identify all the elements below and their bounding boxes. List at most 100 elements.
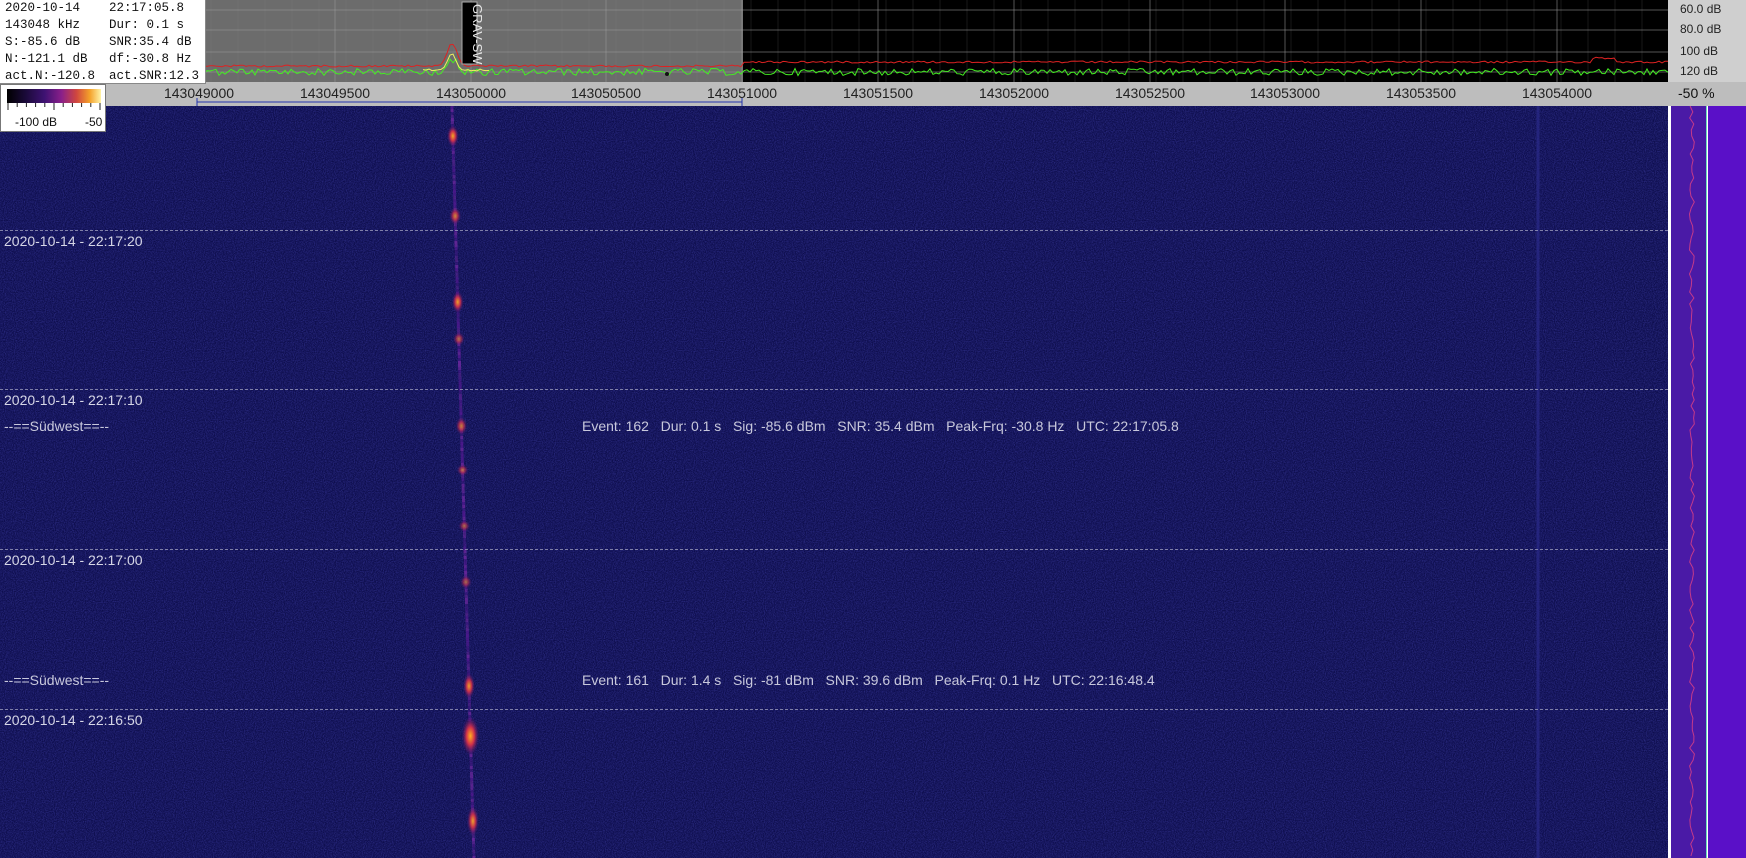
time-row-divider [0,389,1668,390]
signal-trace-segment [454,235,458,238]
spectrum-display[interactable]: GRAV-SW [0,0,1668,82]
signal-trace-segment [453,193,456,196]
signal-trace-segment [462,511,466,514]
signal-trace-segment [463,538,467,541]
signal-trace-segment [455,271,459,274]
info-row: S:-85.6 dB SNR:35.4 dB [5,34,205,51]
signal-trace-segment [464,568,467,571]
color-scale-legend[interactable]: -100 dB -50 [0,84,106,132]
signal-trace-segment [455,265,459,268]
percent-label: -50 % [1678,85,1715,101]
signal-trace-segment [470,781,474,784]
signal-trace-segment [466,649,470,652]
color-scale-ticks [7,103,101,110]
signal-trace-segment [456,319,460,322]
signal-trace-segment [452,187,456,190]
signal-trace-segment [459,409,463,412]
signal-trace-segment [470,796,474,799]
signal-trace-segment [452,172,456,175]
signal-trace-segment [469,760,473,763]
signal-trace-segment [470,799,474,802]
spectrum-lab-window: GRAV-SW 60.0 dB 80.0 dB 100 dB 120 dB 20… [0,0,1746,858]
signal-trace-segment [451,154,455,157]
info-row: 143048 kHz Dur: 0.1 s [5,17,205,34]
signal-trace-segment [464,592,468,595]
signal-trace-segment [456,313,460,316]
signal-trace-segment [460,445,464,448]
signal-trace-segment [463,544,467,547]
signal-trace-segment [452,175,456,178]
signal-trace-segment [453,190,456,193]
waterfall-display[interactable]: 2020-10-14 - 22:17:20 2020-10-14 - 22:17… [0,106,1668,858]
color-scale-max: -50 [85,115,103,129]
time-row-divider [0,709,1668,710]
signal-trace-segment [454,226,457,229]
unselected-band-background [743,0,1668,82]
signal-trace-segment [466,664,470,667]
signal-trace-segment [456,325,460,328]
signal-trace-segment [454,256,458,259]
signal-burst [446,125,459,147]
signal-trace-segment [460,454,464,457]
signal-trace-segment [465,622,469,625]
signal-trace-segment [460,460,464,463]
signal-trace-segment [453,199,457,202]
signal-trace-segment [455,268,459,271]
signal-trace-segment [465,604,469,607]
signal-trace-segment [460,451,464,454]
signal-burst [449,207,462,225]
signal-trace-segment [461,493,465,496]
signal-trace-segment [458,385,462,388]
signal-trace-segment [452,160,456,163]
signal-trace-segment [461,484,465,487]
info-duration: Dur: 0.1 s [109,18,185,32]
event-annotation: Event: 161 Dur: 1.4 s Sig: -81 dBm SNR: … [582,672,1155,688]
signal-trace-segment [460,439,464,442]
signal-trace-segment [471,838,475,841]
signal-trace-segment [465,619,469,622]
signal-trace-segment [466,661,470,664]
signal-trace-segment [463,565,467,568]
signal-trace-segment [455,286,459,289]
signal-trace-segment [470,772,473,775]
color-scale-min: -100 dB [15,115,58,129]
signal-trace-segment [461,496,465,499]
signal-trace-segment [454,247,458,250]
signal-trace-segment [462,505,466,508]
signal-trace-segment [457,328,460,331]
signal-trace-segment [466,652,470,655]
frequency-axis[interactable]: Hz 143049000 143049500 143050000 1430505… [0,82,1668,106]
signal-trace-segment [454,241,458,244]
signal-trace-segment [460,457,464,460]
timestamp-label: 2020-10-14 - 22:16:50 [4,712,143,728]
signal-trace-segment [466,658,470,661]
db-label: 80.0 dB [1680,22,1722,36]
signal-trace-segment [468,703,471,706]
signal-trace-segment [450,121,454,124]
signal-trace-segment [470,802,474,805]
signal-trace-segment [470,793,474,796]
signal-trace-segment [466,655,470,658]
signal-trace-segment [463,559,467,562]
signal-trace-segment [459,406,463,409]
signal-trace-segment [469,769,473,772]
signal-trace-segment [461,478,465,481]
level-history-plot [1688,106,1695,857]
info-snr: SNR:35.4 dB [109,35,192,49]
signal-trace-segment [459,403,463,406]
timestamp-label: 2020-10-14 - 22:17:10 [4,392,143,408]
info-actual-snr: act.SNR:12.3 [109,69,200,83]
info-row: act.N:-120.8 act.SNR:12.3 [5,68,205,85]
signal-trace-segment [452,181,456,184]
timestamp-label: 2020-10-14 - 22:17:00 [4,552,143,568]
signal-trace-segment [464,595,468,598]
signal-trace-segment [462,502,466,505]
signal-trace-segment [458,379,462,382]
db-label: 120 dB [1680,64,1719,78]
signal-trace-segment [463,556,467,559]
signal-trace-segment [459,412,463,415]
signal-trace-segment [461,490,465,493]
signal-trace-segment [469,766,473,769]
signal-trace-segment [466,667,470,670]
signal-trace-segment [463,550,467,553]
